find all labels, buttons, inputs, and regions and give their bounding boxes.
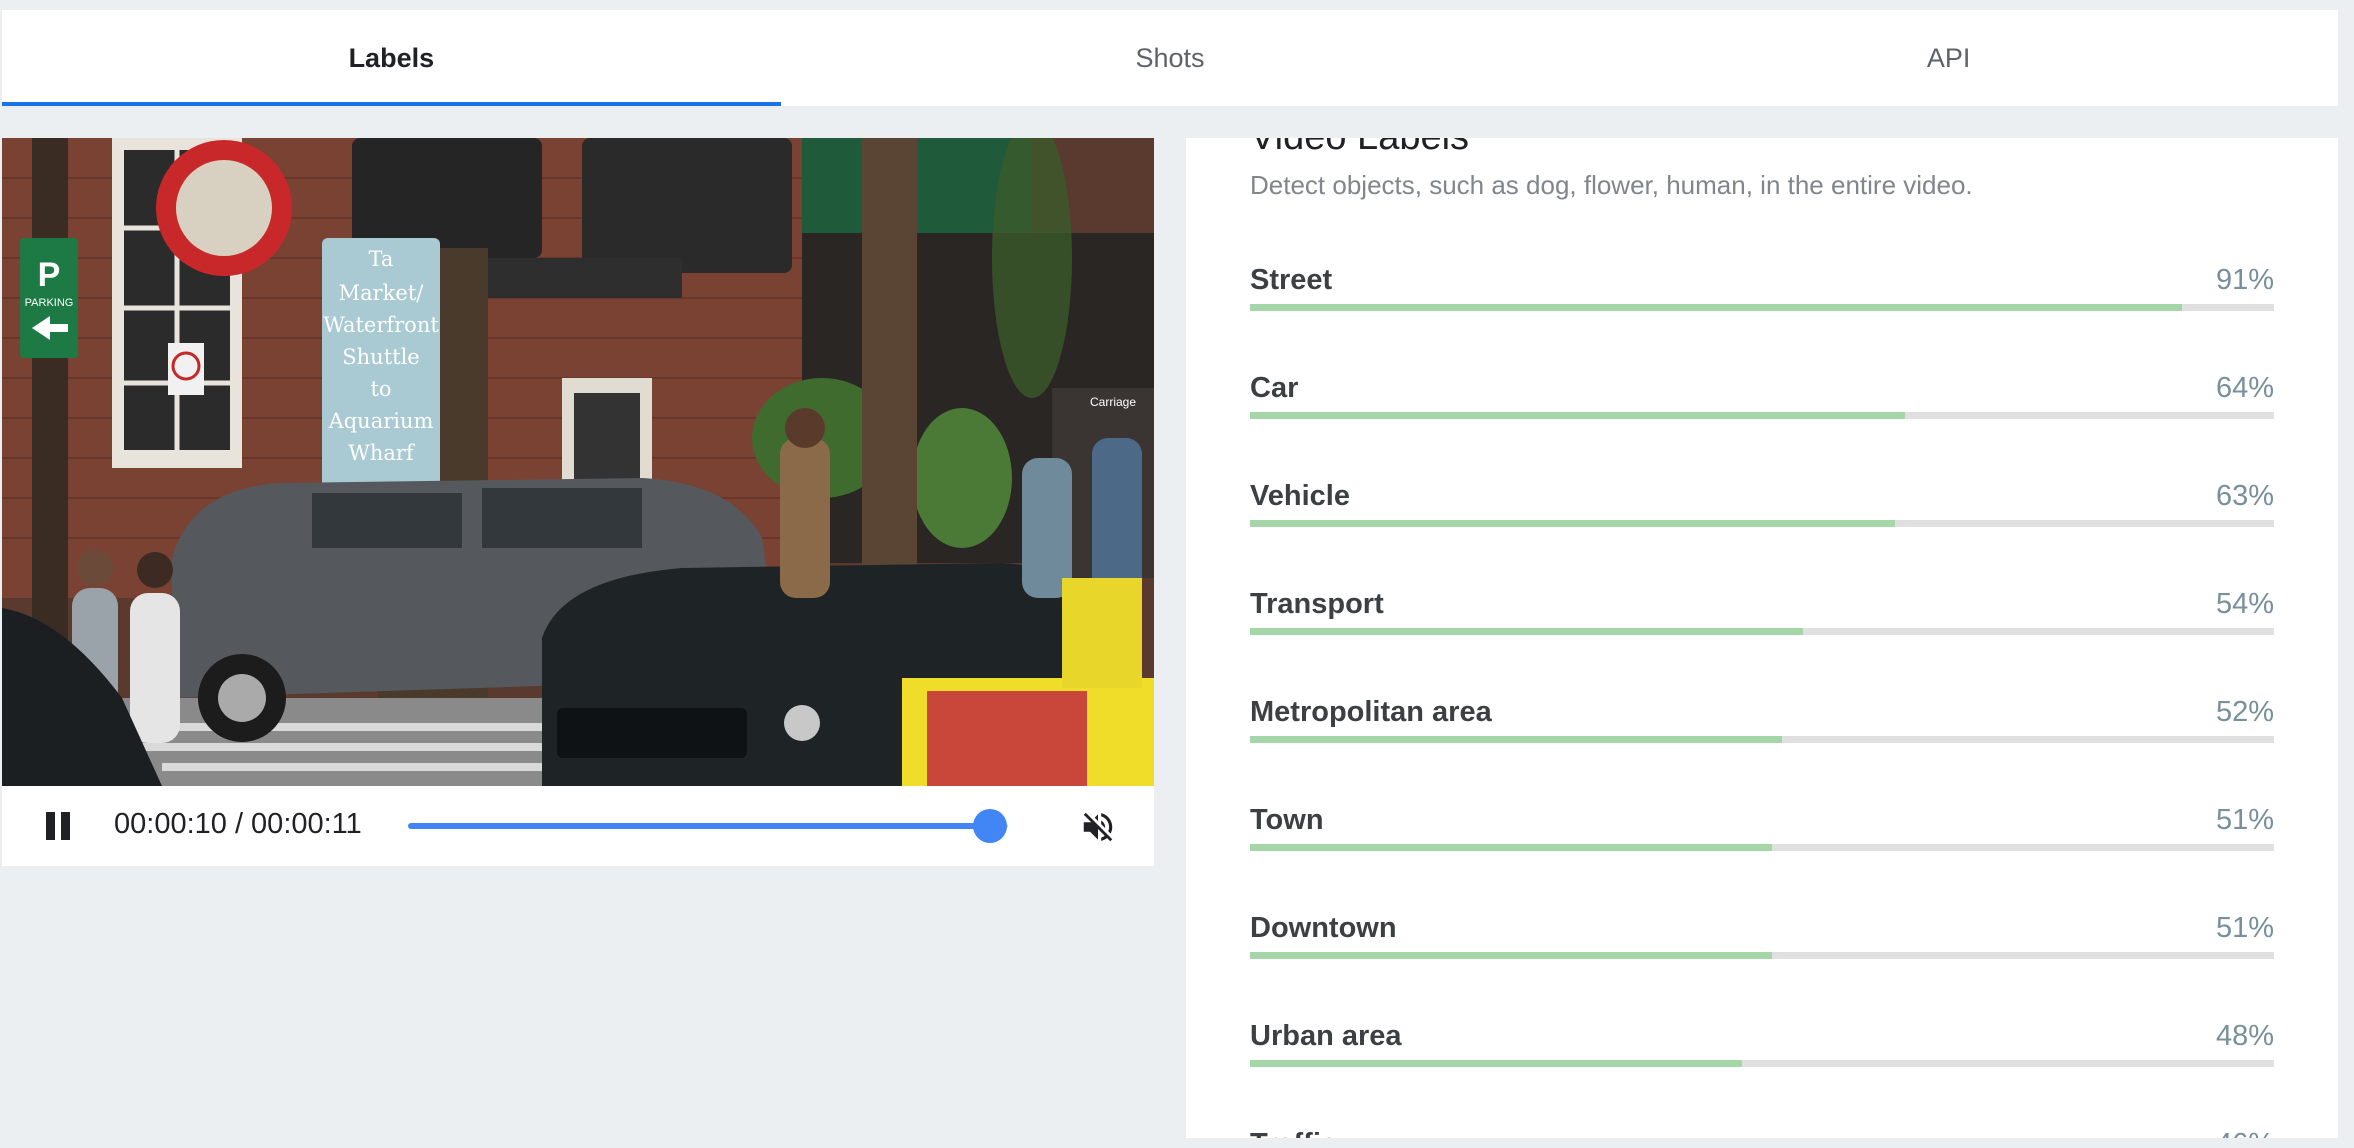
label-confidence: 46% <box>2216 1128 2274 1138</box>
label-row[interactable]: Car 64% <box>1250 372 2274 432</box>
confidence-bar-fill <box>1250 1060 1742 1067</box>
tab-shots[interactable]: Shots <box>781 10 1560 106</box>
video-player: Ta Market/ Waterfront Shuttle to Aquariu… <box>2 138 1154 866</box>
confidence-bar-fill <box>1250 304 2182 311</box>
label-row[interactable]: Vehicle 63% <box>1250 480 2274 540</box>
label-name: Urban area <box>1250 1020 1402 1052</box>
market-sign-line: Wharf <box>348 441 416 465</box>
confidence-bar <box>1250 520 2274 527</box>
label-name: Vehicle <box>1250 480 1350 512</box>
confidence-bar-fill <box>1250 412 1906 419</box>
seek-bar[interactable] <box>408 809 1008 843</box>
confidence-bar <box>1250 412 2274 419</box>
section-description: Detect objects, such as dog, flower, hum… <box>1250 170 1973 200</box>
label-name: Downtown <box>1250 912 1397 944</box>
label-name: Car <box>1250 372 1299 404</box>
confidence-bar <box>1250 952 2274 959</box>
section-title: Video Labels <box>1250 138 1469 159</box>
label-row[interactable]: Downtown 51% <box>1250 912 2274 972</box>
label-confidence: 48% <box>2215 1020 2274 1052</box>
label-name: Metropolitan area <box>1250 696 1492 728</box>
tab-labels[interactable]: Labels <box>2 10 781 106</box>
confidence-bar <box>1250 844 2274 851</box>
label-name: Transport <box>1250 588 1384 620</box>
label-row[interactable]: Metropolitan area 52% <box>1250 696 2274 756</box>
confidence-bar-fill <box>1250 952 1773 959</box>
label-confidence: 52% <box>2215 696 2274 728</box>
seek-bar-thumb[interactable] <box>973 809 1007 843</box>
market-sign-line: to <box>370 377 391 401</box>
parking-sign-word: PARKING <box>25 297 74 309</box>
market-sign-line: Shuttle <box>342 345 419 369</box>
seek-bar-fill <box>408 823 990 829</box>
volume-off-icon[interactable] <box>1078 808 1118 846</box>
label-row[interactable]: Town 51% <box>1250 804 2274 864</box>
time-display: 00:00:10 / 00:00:11 <box>114 808 362 840</box>
label-row[interactable]: Traffic 46% <box>1250 1128 2274 1138</box>
label-row[interactable]: Transport 54% <box>1250 588 2274 648</box>
confidence-bar-fill <box>1250 520 1896 527</box>
confidence-bar <box>1250 736 2274 743</box>
confidence-bar <box>1250 304 2274 311</box>
market-sign-line: Market/ <box>339 281 425 305</box>
market-sign-line: Ta <box>369 247 394 271</box>
label-confidence: 51% <box>2215 804 2274 836</box>
video-scene-image: Ta Market/ Waterfront Shuttle to Aquariu… <box>2 138 1154 786</box>
confidence-bar <box>1250 1060 2274 1067</box>
tab-bar: Labels Shots API <box>2 10 2338 106</box>
label-row[interactable]: Street 91% <box>1250 264 2274 324</box>
label-row[interactable]: Urban area 48% <box>1250 1020 2274 1080</box>
video-frame[interactable]: Ta Market/ Waterfront Shuttle to Aquariu… <box>2 138 1154 786</box>
confidence-bar-fill <box>1250 628 1803 635</box>
market-sign-line: Waterfront <box>323 313 439 337</box>
confidence-bar <box>1250 628 2274 635</box>
pause-icon[interactable] <box>44 812 72 840</box>
carriage-sign-text: Carriage <box>1090 395 1136 409</box>
confidence-bar-fill <box>1250 736 1783 743</box>
confidence-bar-fill <box>1250 844 1773 851</box>
label-confidence: 63% <box>2215 480 2274 512</box>
label-confidence: 64% <box>2215 372 2274 404</box>
video-controls: 00:00:10 / 00:00:11 <box>2 786 1154 866</box>
label-confidence: 91% <box>2215 264 2274 296</box>
label-name: Town <box>1250 804 1324 836</box>
labels-panel: Video Labels Detect objects, such as dog… <box>1186 138 2338 1138</box>
tab-api[interactable]: API <box>1559 10 2338 106</box>
parking-sign-letter: P <box>38 256 61 294</box>
market-sign-line: Aquarium <box>328 409 434 433</box>
label-name: Traffic <box>1250 1128 1337 1138</box>
label-name: Street <box>1250 264 1333 296</box>
label-confidence: 51% <box>2215 912 2274 944</box>
label-confidence: 54% <box>2215 588 2274 620</box>
